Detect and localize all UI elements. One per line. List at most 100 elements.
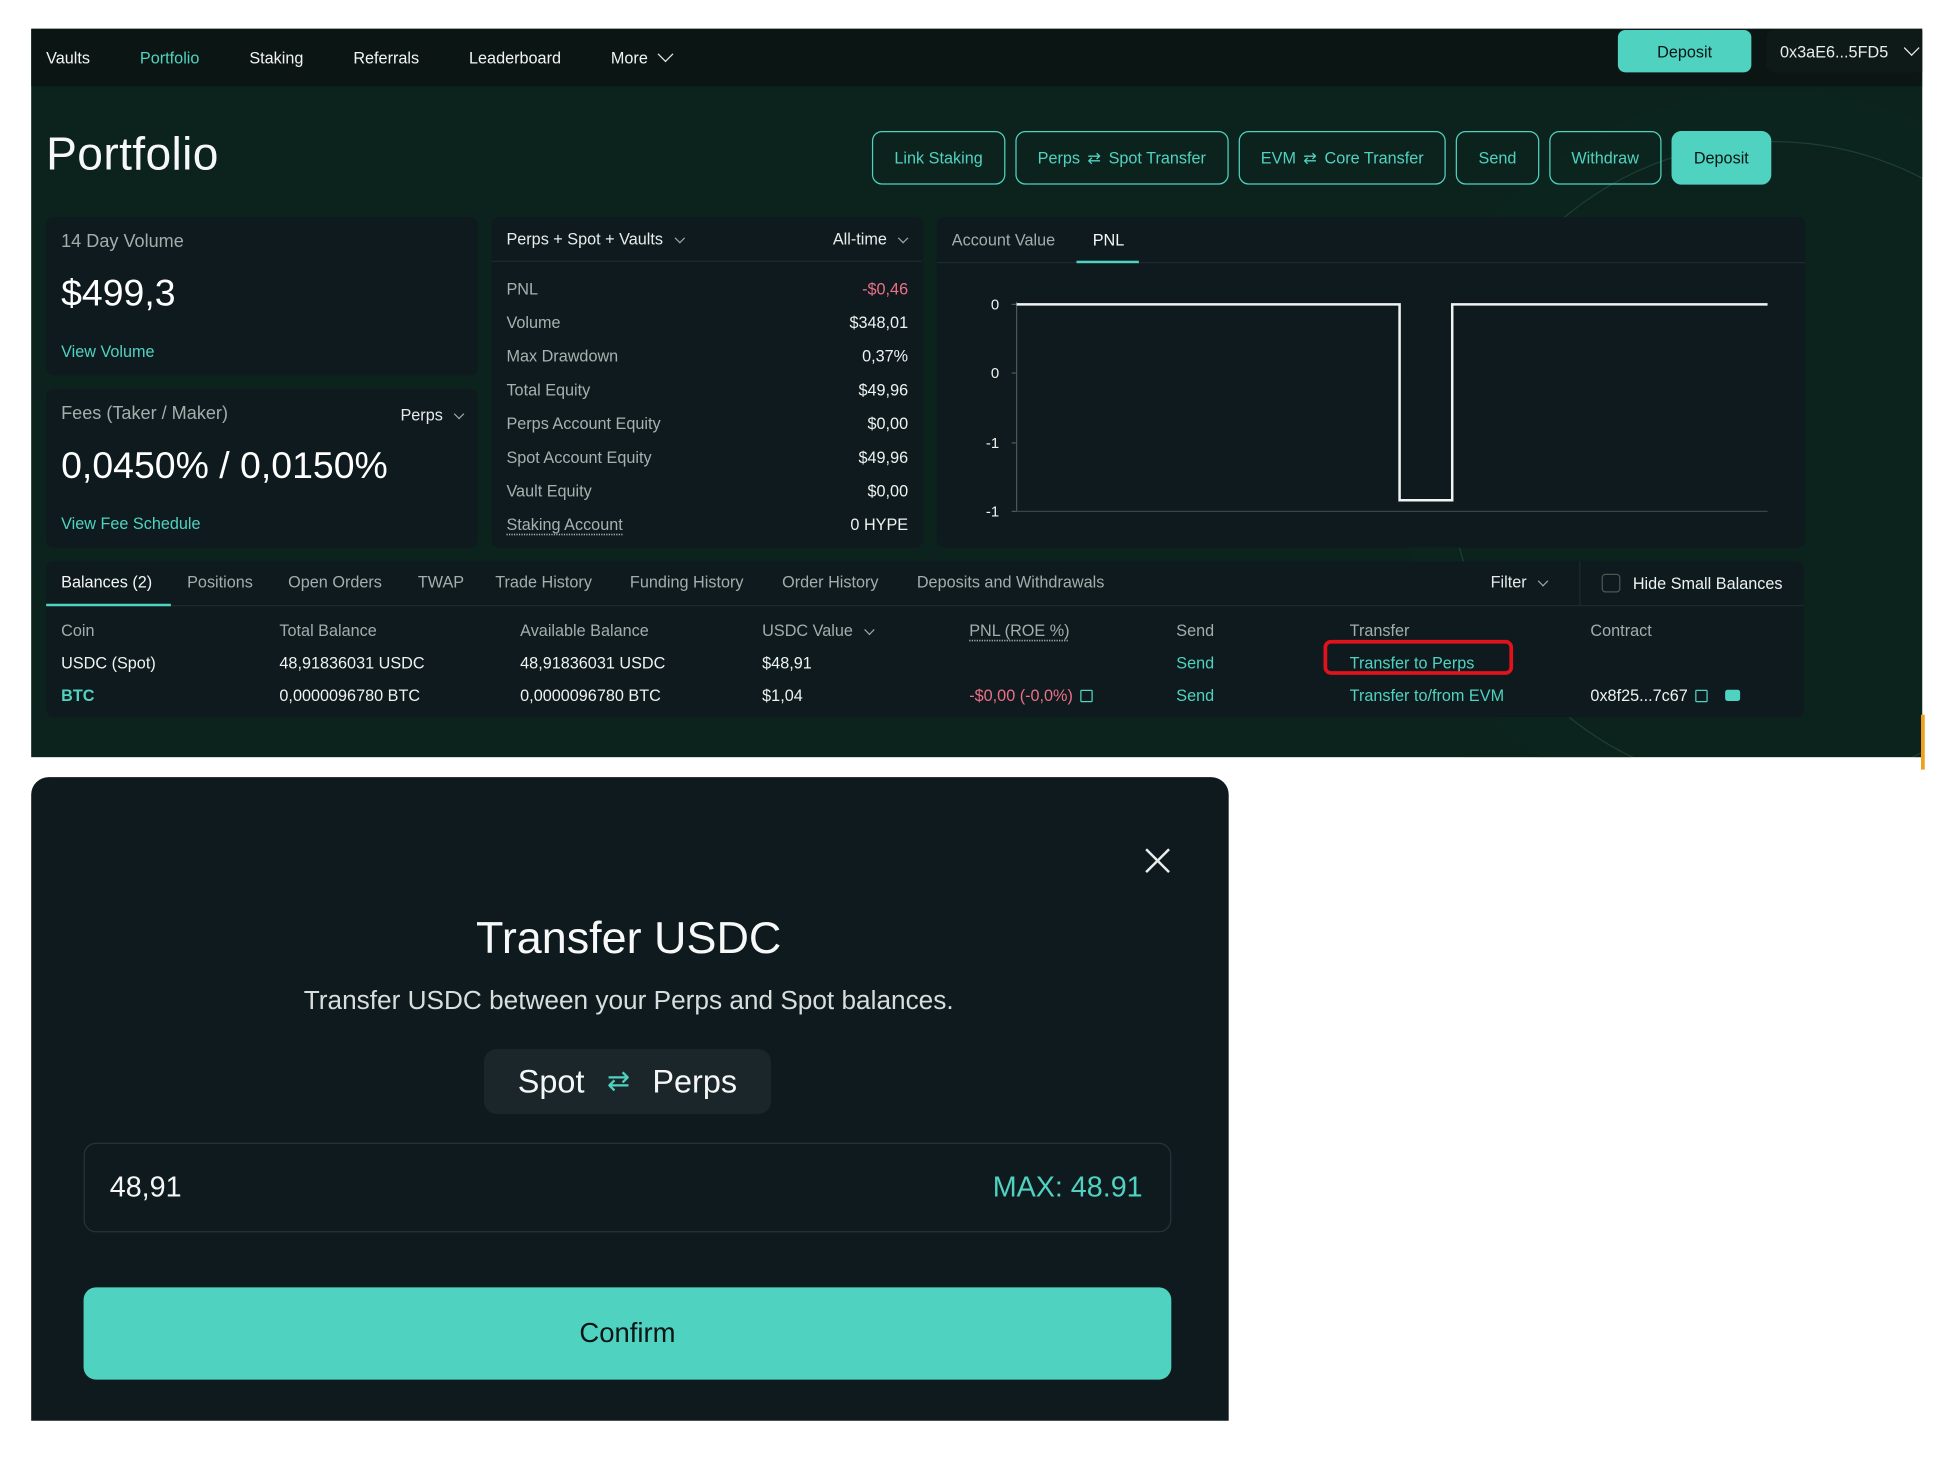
page-title: Portfolio xyxy=(46,128,219,180)
swap-arrows-icon: ⇄ xyxy=(606,1065,630,1097)
row2-available: 0,0000096780 BTC xyxy=(520,686,661,705)
stat-label: Spot Account Equity xyxy=(506,447,652,467)
y-tick-label: 0 xyxy=(991,296,999,313)
active-tab-indicator xyxy=(46,603,171,607)
perps-spot-left-label: Perps xyxy=(1037,148,1080,168)
stat-value: 0 HYPE xyxy=(850,515,909,534)
external-link-icon[interactable] xyxy=(1695,689,1708,703)
row2-coin-link[interactable]: BTC xyxy=(61,686,94,705)
chevron-down-icon xyxy=(453,408,465,420)
top-navigation: Vaults Portfolio Staking Referrals Leade… xyxy=(31,28,1923,87)
wallet-address-menu[interactable]: 0x3aE6...5FD5 xyxy=(1766,29,1923,73)
tab-balances[interactable]: Balances (2) xyxy=(61,573,152,592)
direction-toggle[interactable]: Spot ⇄ Perps xyxy=(483,1049,771,1114)
evm-core-transfer-button[interactable]: EVM ⇄ Core Transfer xyxy=(1238,130,1447,185)
fees-value: 0,0450% / 0,0150% xyxy=(61,445,388,487)
fees-market-label: Perps xyxy=(400,405,443,425)
chart-tabs: Account Value PNL xyxy=(936,217,1805,264)
action-buttons: Link Staking Perps ⇄ Spot Transfer EVM ⇄ Cor… xyxy=(871,130,1772,185)
period-selector[interactable]: All-time xyxy=(832,229,909,249)
nav-leaderboard[interactable]: Leaderboard xyxy=(469,48,561,67)
stat-label: Perps Account Equity xyxy=(506,414,661,433)
perps-spot-right-label: Spot Transfer xyxy=(1108,148,1206,168)
stat-row: Spot Account Equity $49,96 xyxy=(506,448,908,467)
stat-label: PNL xyxy=(506,279,538,299)
row1-available: 48,91836031 USDC xyxy=(520,653,666,673)
view-volume-link[interactable]: View Volume xyxy=(61,342,154,361)
stat-value: $348,01 xyxy=(849,313,909,332)
nav-referrals[interactable]: Referrals xyxy=(353,48,419,67)
fees-market-selector[interactable]: Perps xyxy=(400,405,465,425)
stats-card: Perps + Spot + Vaults All-time PNL -$0,46… xyxy=(491,217,924,548)
tab-funding-history[interactable]: Funding History xyxy=(630,573,744,592)
col-available-balance: Available Balance xyxy=(520,621,649,640)
row2-contract: 0x8f25...7c67 xyxy=(1590,686,1741,705)
col-usdc-value[interactable]: USDC Value xyxy=(762,621,875,640)
stat-row: Max Drawdown 0,37% xyxy=(506,347,908,366)
deposit-button-top[interactable]: Deposit xyxy=(1617,29,1752,73)
stats-header: Perps + Spot + Vaults All-time xyxy=(491,217,922,262)
nav-staking[interactable]: Staking xyxy=(249,48,303,67)
transfer-modal: Transfer USDC Transfer USDC between your… xyxy=(31,777,1229,1421)
stat-label: Volume xyxy=(506,313,561,332)
deposit-button[interactable]: Deposit xyxy=(1671,130,1772,185)
stat-row: Total Equity $49,96 xyxy=(506,380,908,399)
withdraw-button[interactable]: Withdraw xyxy=(1548,130,1662,185)
tab-open-orders[interactable]: Open Orders xyxy=(288,573,382,592)
stat-value: $0,00 xyxy=(867,414,909,433)
stat-value: 0,37% xyxy=(862,346,909,366)
stat-value: $49,96 xyxy=(858,447,909,467)
stat-value: -$0,46 xyxy=(862,279,909,299)
row1-total: 48,91836031 USDC xyxy=(279,653,425,673)
stat-label: Total Equity xyxy=(506,380,591,400)
row1-send-link[interactable]: Send xyxy=(1176,654,1214,673)
close-icon[interactable] xyxy=(1144,847,1171,874)
confirm-button[interactable]: Confirm xyxy=(83,1287,1172,1380)
tab-trade-history[interactable]: Trade History xyxy=(495,573,592,592)
hide-small-balances-label: Hide Small Balances xyxy=(1632,573,1783,593)
balances-tabs: Balances (2) Positions Open Orders TWAP … xyxy=(46,561,1804,607)
col-usdc-value-label: USDC Value xyxy=(762,621,853,640)
fees-card: Fees (Taker / Maker) Perps 0,0450% / 0,0… xyxy=(46,389,478,548)
row2-transfer-evm-link[interactable]: Transfer to/from EVM xyxy=(1350,686,1504,705)
col-contract: Contract xyxy=(1590,621,1652,640)
nav-portfolio[interactable]: Portfolio xyxy=(140,48,200,67)
link-staking-button[interactable]: Link Staking xyxy=(871,130,1006,185)
pnl-chart: 0 0 -1 -1 xyxy=(986,296,1768,520)
scope-selector[interactable]: Perps + Spot + Vaults xyxy=(506,230,685,248)
swap-arrows-icon: ⇄ xyxy=(1087,147,1102,167)
tab-positions[interactable]: Positions xyxy=(187,573,253,592)
evm-core-left-label: EVM xyxy=(1260,148,1296,168)
nav-more-label: More xyxy=(610,48,648,67)
share-icon[interactable] xyxy=(1080,689,1093,703)
stat-label[interactable]: Staking Account xyxy=(506,515,622,534)
volume-value: $499,3 xyxy=(61,273,176,315)
tab-twap[interactable]: TWAP xyxy=(418,573,464,592)
col-transfer: Transfer xyxy=(1349,621,1410,640)
pnl-series-line xyxy=(1016,303,1768,502)
amount-input[interactable]: 48,91 MAX: 48.91 xyxy=(83,1142,1172,1233)
filter-dropdown[interactable]: Filter xyxy=(1491,573,1549,591)
nav-vaults[interactable]: Vaults xyxy=(46,48,90,67)
max-button[interactable]: MAX: 48.91 xyxy=(993,1170,1143,1204)
period-label: All-time xyxy=(832,229,887,249)
tab-deposits-withdrawals[interactable]: Deposits and Withdrawals xyxy=(917,573,1104,592)
evm-core-right-label: Core Transfer xyxy=(1324,148,1424,168)
perps-spot-transfer-button[interactable]: Perps ⇄ Spot Transfer xyxy=(1015,130,1229,185)
y-tick-label: 0 xyxy=(991,365,999,382)
row2-send-link[interactable]: Send xyxy=(1176,686,1214,705)
tab-pnl[interactable]: PNL xyxy=(1093,231,1125,250)
highlight-box xyxy=(1323,639,1514,675)
chart-card: Account Value PNL 0 0 -1 -1 xyxy=(936,217,1805,548)
send-button[interactable]: Send xyxy=(1456,130,1539,185)
stat-value: $49,96 xyxy=(858,380,909,400)
stat-label: Max Drawdown xyxy=(506,346,619,366)
nav-more[interactable]: More xyxy=(610,45,674,67)
view-fee-schedule-link[interactable]: View Fee Schedule xyxy=(61,514,200,533)
tab-order-history[interactable]: Order History xyxy=(782,573,878,592)
hide-small-balances-checkbox[interactable] xyxy=(1601,573,1621,593)
stat-value: $0,00 xyxy=(867,481,909,501)
from-account: Spot xyxy=(517,1062,585,1100)
tab-account-value[interactable]: Account Value xyxy=(952,231,1055,250)
wallet-icon[interactable] xyxy=(1725,689,1741,702)
